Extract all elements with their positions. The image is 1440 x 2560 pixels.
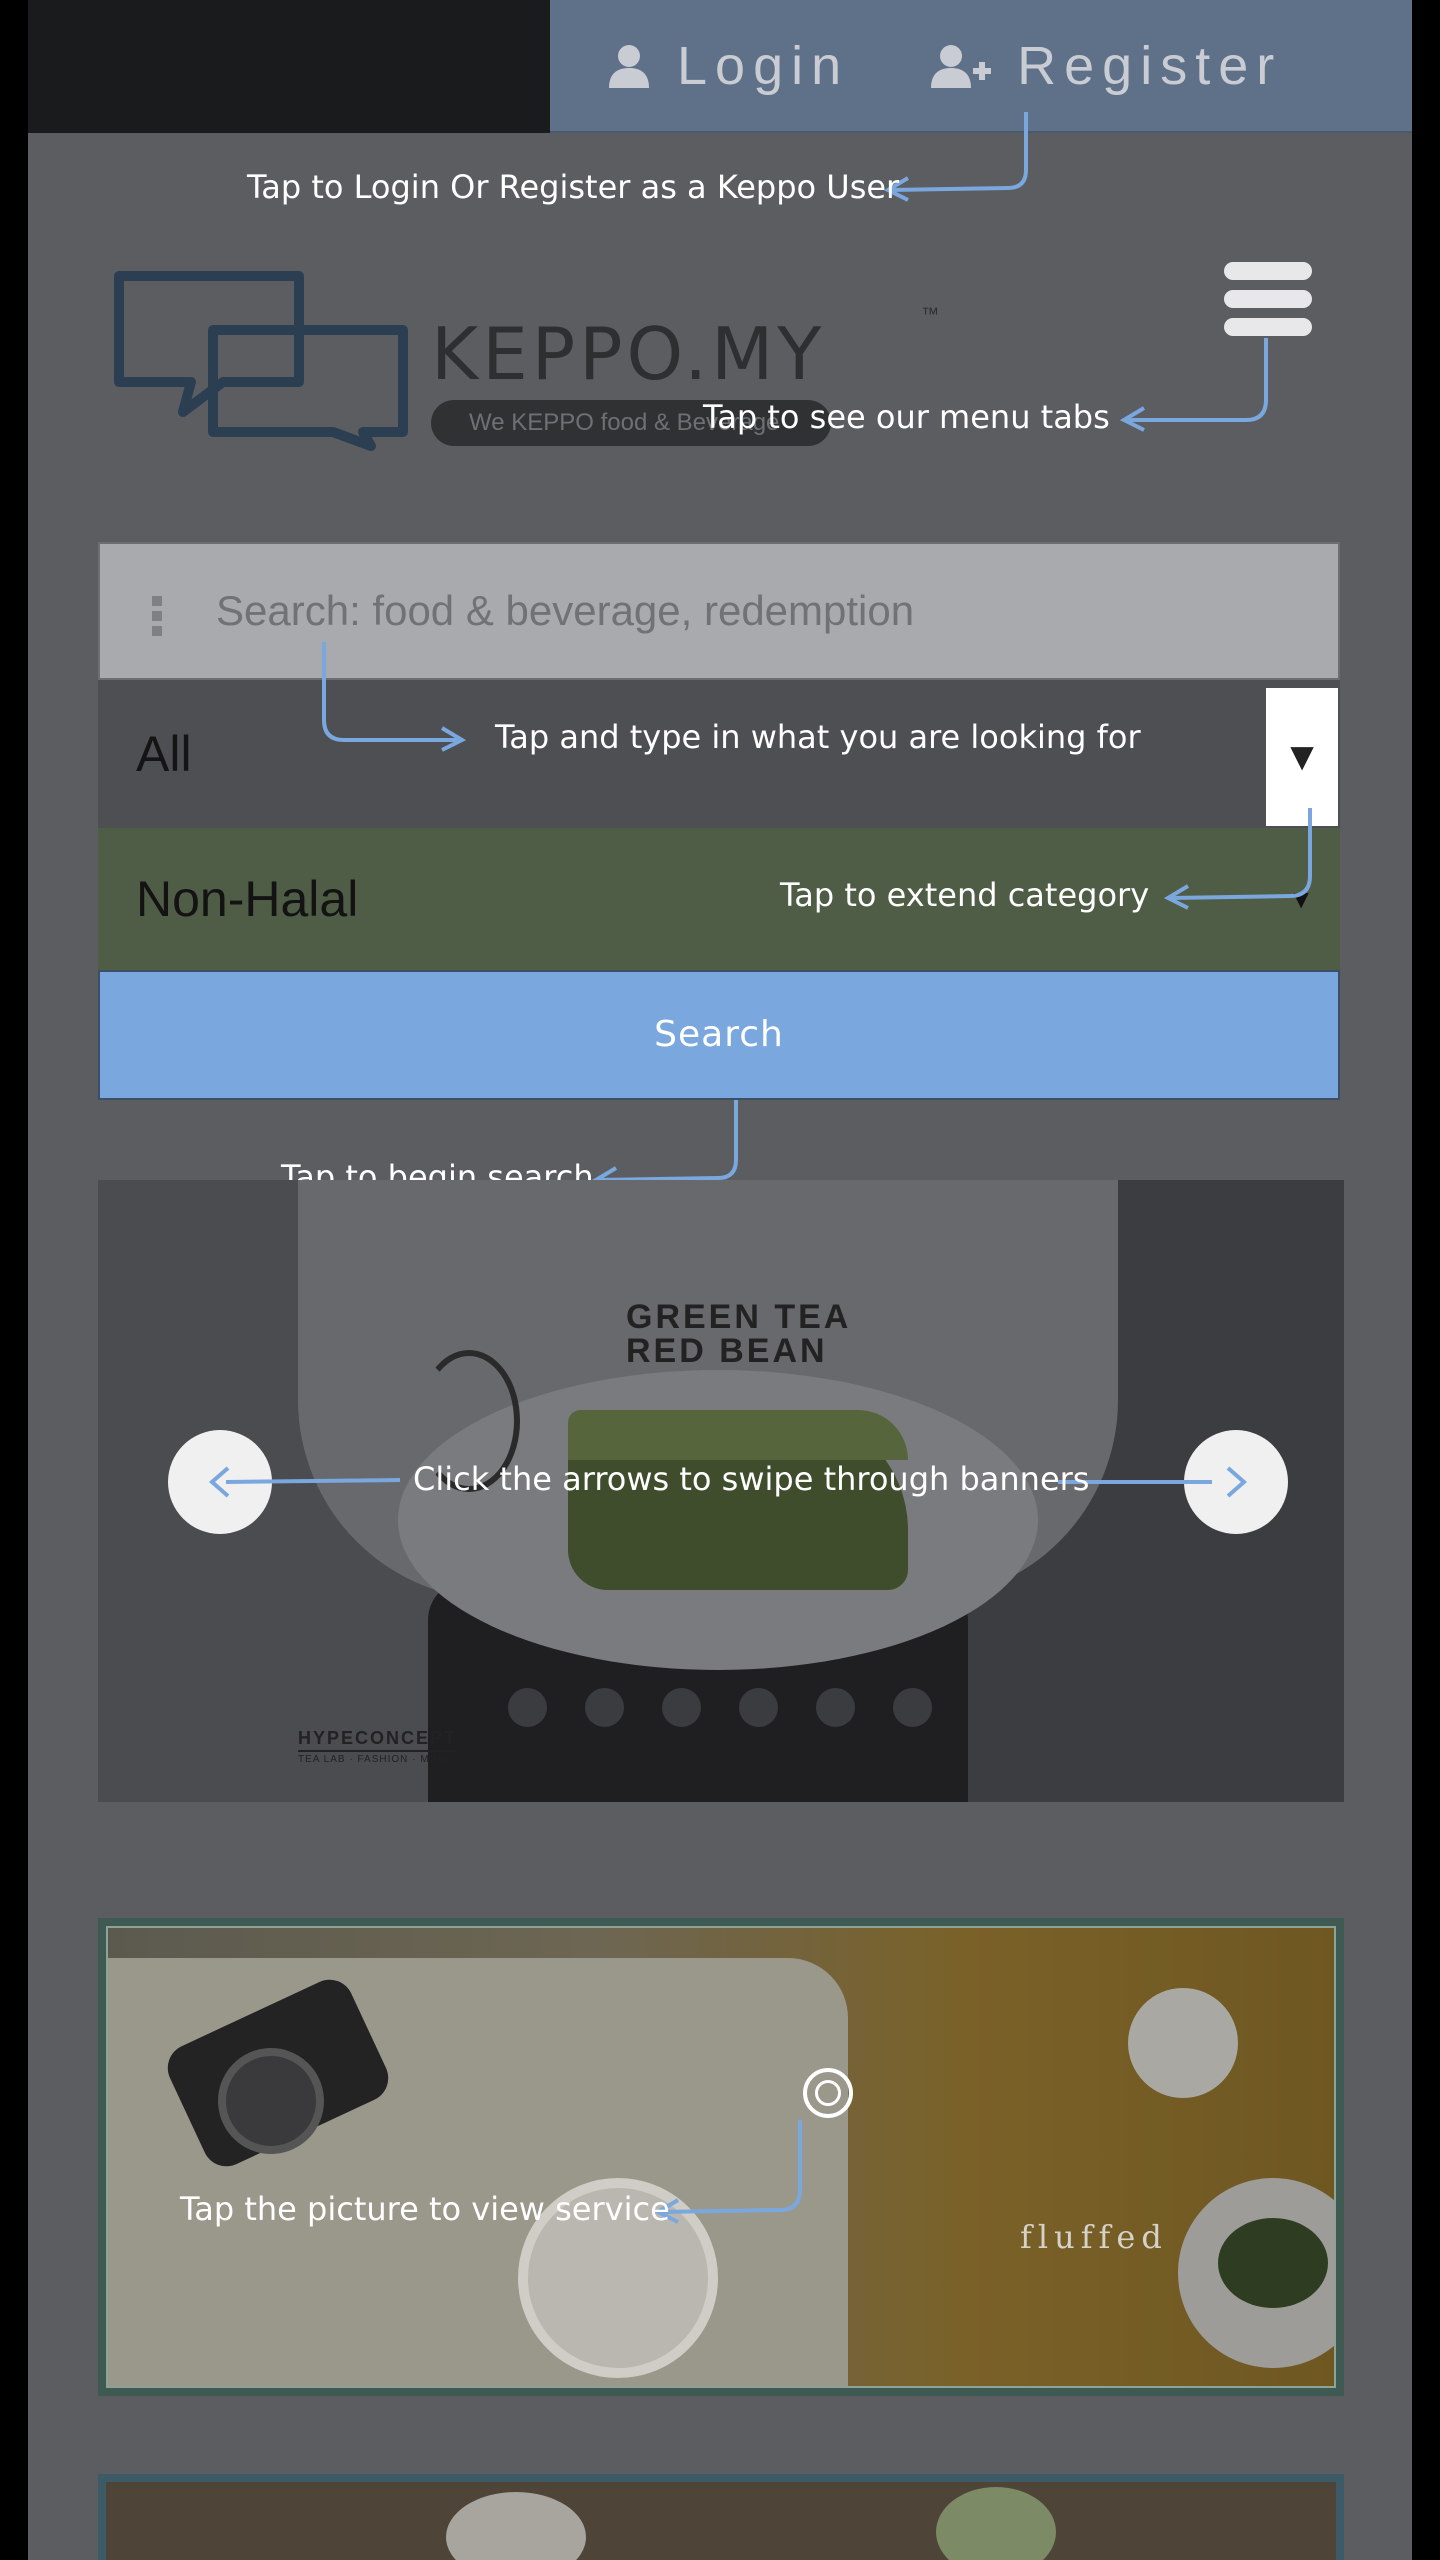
tutorial-overlay-page: Login Register Tap to Login Or Register … [28, 0, 1412, 2560]
service-hint: Tap the picture to view service [180, 2190, 670, 2228]
service-hint-arrow [653, 2120, 802, 2224]
service-2-plant [936, 2487, 1056, 2560]
service-2-item [446, 2492, 586, 2560]
service-card-2[interactable] [98, 2474, 1344, 2560]
service-image-2[interactable] [106, 2482, 1336, 2560]
